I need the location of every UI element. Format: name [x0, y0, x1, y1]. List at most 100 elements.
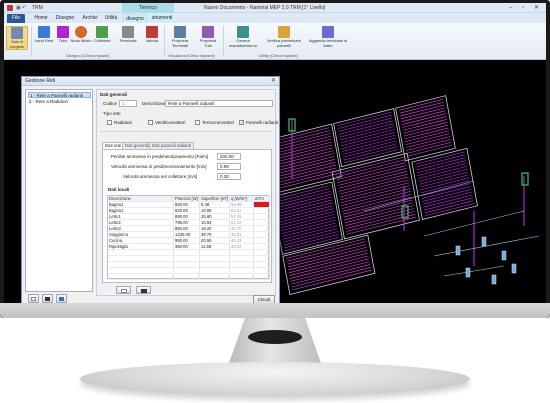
radiant-pipe-coil [276, 191, 331, 206]
radiant-pipe-coil [288, 252, 369, 274]
project-data-icon [11, 27, 23, 39]
delete-network-button[interactable] [42, 294, 53, 303]
radiant-panels-label: Pannelli radianti [246, 120, 279, 125]
code-field[interactable]: 1 [119, 100, 137, 107]
terminal-button[interactable]: Terminale [116, 26, 140, 44]
radiant-pipe-coil [401, 113, 446, 125]
new-document-icon [120, 288, 127, 293]
pipe-properties-button[interactable]: Proprietà Tubi [196, 26, 220, 48]
radiant-pipe-coil [272, 164, 337, 182]
radiant-pipe-coil [281, 216, 336, 232]
radiant-pipe-coil [422, 191, 472, 205]
close-button[interactable]: Chiudi [253, 295, 275, 303]
manifold-button[interactable]: Collettore [90, 26, 114, 44]
rooms-data-heading: Dati locali [108, 187, 130, 192]
tab-radiant-panel-data[interactable]: Dati pannelli radianti [149, 142, 194, 149]
ribbon-separator [164, 26, 165, 56]
fan-coils-checkbox[interactable] [148, 120, 153, 125]
radiator-unit [511, 263, 517, 274]
quick-access-toolbar[interactable]: ▣ ↶ [16, 5, 26, 11]
radiator-unit [501, 250, 507, 261]
title-bar: ▣ ↶ TRM Termico Nuovo Documento - Namiri… [4, 3, 546, 13]
valve-button[interactable]: Valvola [141, 26, 163, 44]
generate-icon [237, 26, 249, 38]
new-document-icon [31, 297, 36, 301]
project-data-button[interactable]: Dati di progetto [6, 26, 28, 50]
project-data-label: Dati di progetto [9, 39, 25, 49]
node-button[interactable]: Nodo fittizio [70, 26, 92, 44]
pipe-props-icon [202, 26, 214, 38]
valve-label: Valvola [145, 38, 159, 43]
velocity-manifold-field[interactable]: 0.30 [217, 173, 241, 180]
radiant-pipe-coil [282, 222, 337, 237]
window-title: Nuovo Documento - Namirial MEP 2.0 TRM [… [204, 5, 326, 11]
terminal-properties-label: Proprietà Terminali [171, 38, 189, 48]
radiant-pipe-coil [339, 126, 394, 141]
radiant-pipe-coil [341, 134, 396, 150]
radiant-pipe-coil [424, 200, 474, 214]
attach-terminal-button[interactable]: Aggancia terminale al tratto [308, 26, 348, 48]
radiant-pipe-coil [420, 180, 470, 194]
empty-row [108, 274, 270, 280]
radiators-checkbox[interactable] [107, 120, 112, 125]
pressure-loss-field[interactable]: 200.00 [217, 153, 241, 160]
radiant-pipe-coil [342, 140, 397, 155]
radiant-pipe-coil [341, 137, 397, 152]
empty-cell [230, 274, 254, 280]
radiant-pipe-coil [404, 130, 450, 143]
pipe-properties-label: Proprietà Tubi [199, 38, 217, 48]
radiant-pipe-coil [279, 208, 334, 223]
radiant-pipe-coil [419, 171, 469, 185]
terminal-label: Terminale [119, 38, 137, 43]
radiant-pipe-coil [280, 214, 335, 229]
radiant-pipe-coil [283, 231, 338, 246]
verify-panels-button[interactable]: Verifica preliminare pannelli [262, 26, 306, 48]
terminal-properties-button[interactable]: Proprietà Terminali [166, 26, 194, 48]
radiant-pipe-coil [343, 146, 398, 161]
tab-disegno[interactable]: Disegno [54, 14, 76, 23]
tab-disegno-context[interactable]: disegno [123, 14, 147, 23]
ribbon-separator [223, 26, 224, 56]
radiant-pipe-coil [422, 188, 472, 202]
tab-general-data[interactable]: Dati generali [122, 142, 153, 149]
context-tab-header: Termico [122, 3, 174, 13]
radiant-pipe-coil [275, 188, 331, 203]
app-logo-icon [7, 5, 13, 11]
radiant-pipe-coil [340, 132, 395, 147]
radiant-pipe-coil [337, 111, 392, 127]
velocity-manifold-label: Velocità ammessa nel collettore [m/s] [123, 174, 198, 179]
tree-item-network-1[interactable]: 1 - Rete a Pannelli radianti [28, 92, 91, 98]
tab-home[interactable]: Home [32, 14, 50, 23]
tab-utilita[interactable]: Utilità [103, 14, 119, 23]
remove-room-button[interactable] [136, 286, 151, 294]
radiator-unit [465, 267, 471, 278]
tab-file[interactable]: File [7, 14, 25, 23]
window-controls[interactable]: – ▫ ✕ [509, 4, 543, 11]
velocity-sizing-label: Velocità ammessa in predimensionamento [… [111, 164, 207, 169]
add-room-button[interactable] [116, 286, 131, 294]
description-field[interactable]: Rete a Pannelli radianti [165, 100, 273, 107]
velocity-sizing-field[interactable]: 0.90 [217, 163, 241, 170]
radiant-panels-checkbox[interactable]: ✓ [239, 120, 244, 125]
node-label: Nodo fittizio [70, 38, 92, 43]
tab-archivi[interactable]: Archivi [80, 14, 100, 23]
valve-icon [146, 26, 158, 38]
tree-item-network-2[interactable]: 2 - Rete a Radiatori [28, 99, 91, 105]
dialog-close-icon[interactable]: ✕ [271, 77, 276, 84]
radiant-pipe-coil [342, 143, 398, 158]
add-network-button[interactable] [28, 294, 39, 303]
copy-icon [59, 297, 64, 301]
rooms-table[interactable]: Descrizione Potenza [W] Superficie [m²] … [107, 195, 270, 280]
network-tree[interactable]: 1 - Rete a Pannelli radianti 2 - Rete a … [25, 89, 93, 292]
copy-network-button[interactable] [56, 294, 67, 303]
generate-supply-return-button[interactable]: Genera mandata/ritorno [226, 26, 260, 48]
convectors-label: Termoconvettori [202, 120, 235, 125]
tab-network-data[interactable]: Dati rete [102, 142, 125, 149]
description-label: Descrizione [142, 101, 166, 106]
radiant-pipe-coil [403, 124, 449, 137]
tab-strumenti[interactable]: strumenti [149, 14, 175, 23]
convectors-checkbox[interactable] [195, 120, 200, 125]
radiant-pipe-coil [337, 114, 392, 129]
radiant-pipe-coil [270, 158, 336, 176]
radiant-pipe-coil [406, 139, 451, 151]
